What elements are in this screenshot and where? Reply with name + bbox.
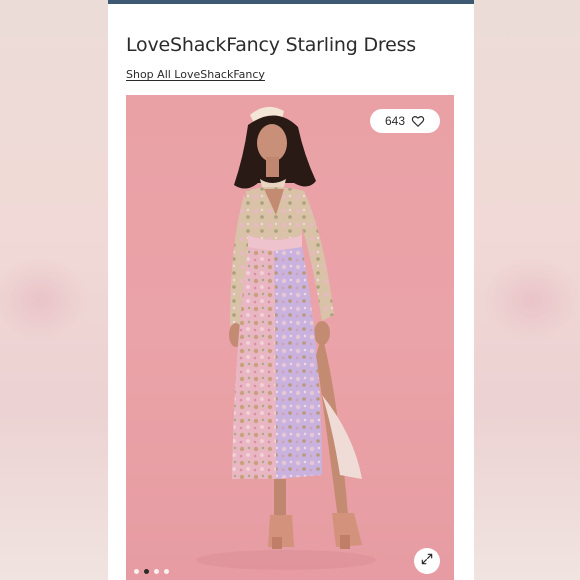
product-title: LoveShackFancy Starling Dress <box>126 34 416 56</box>
product-card: LoveShackFancy Starling Dress Shop All L… <box>108 0 474 580</box>
carousel-dots <box>134 569 169 574</box>
carousel-dot[interactable] <box>154 569 159 574</box>
background-right <box>472 0 580 580</box>
heart-icon <box>411 114 425 128</box>
top-bar <box>108 0 474 4</box>
shop-all-link[interactable]: Shop All LoveShackFancy <box>126 68 265 81</box>
likes-count: 643 <box>384 114 406 128</box>
expand-icon <box>420 552 434 571</box>
model-illustration <box>196 106 376 570</box>
product-photo[interactable]: 643 <box>126 95 454 580</box>
expand-button[interactable] <box>414 548 440 574</box>
carousel-dot[interactable] <box>164 569 169 574</box>
carousel-dot[interactable] <box>134 569 139 574</box>
background-left <box>0 0 108 580</box>
carousel-dot-active[interactable] <box>144 569 149 574</box>
likes-button[interactable]: 643 <box>370 109 440 133</box>
